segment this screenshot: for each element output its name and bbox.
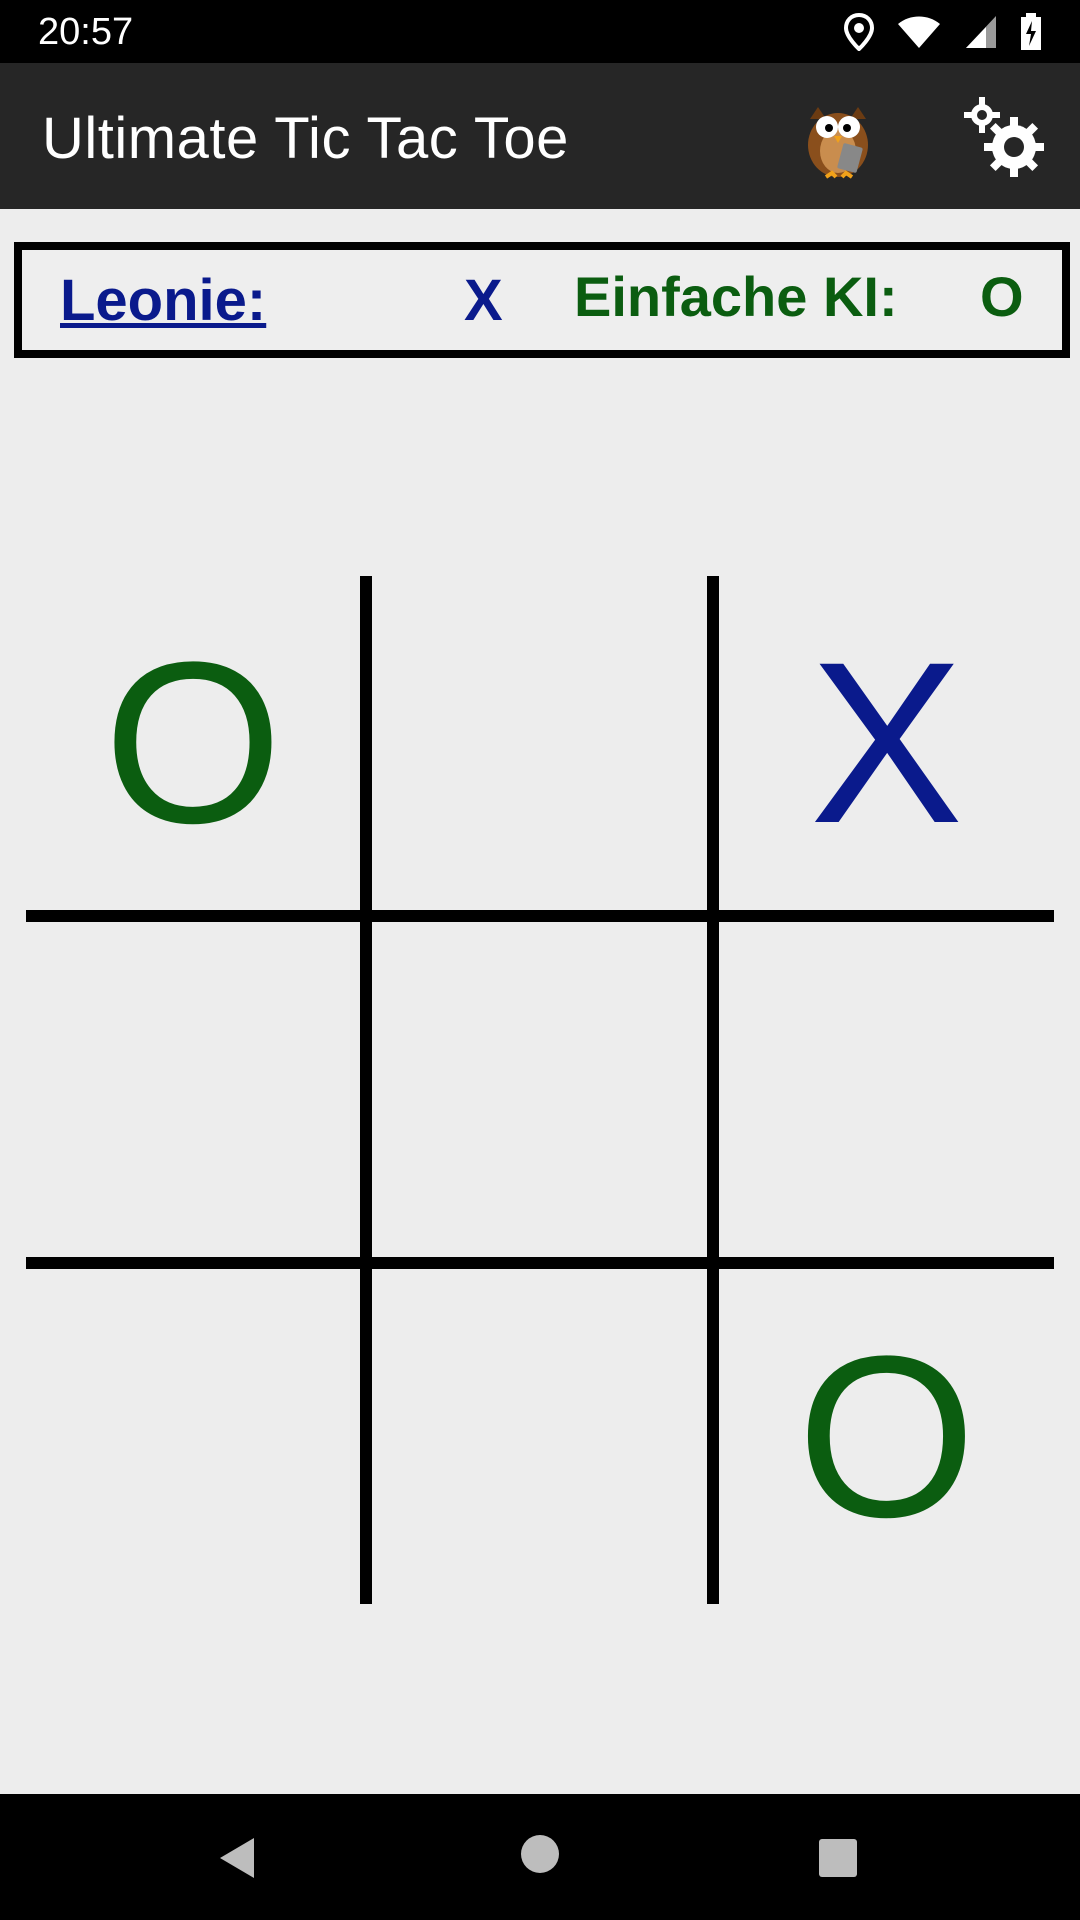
wifi-icon (898, 16, 940, 48)
owl-icon (808, 107, 868, 179)
status-bar: 20:57 (0, 0, 1080, 63)
grid-line-h1 (26, 910, 1054, 922)
location-icon (844, 13, 874, 51)
nav-bar (0, 1794, 1080, 1920)
board-cell-4[interactable] (26, 922, 360, 1257)
home-button[interactable] (520, 1834, 560, 1874)
recents-button[interactable] (818, 1838, 858, 1878)
board-cell-7[interactable] (26, 1269, 360, 1604)
app-title: Ultimate Tic Tac Toe (42, 106, 569, 171)
owl-button[interactable] (796, 93, 886, 183)
battery-charging-icon (1021, 13, 1041, 50)
board-cell-3[interactable]: X (719, 576, 1054, 910)
board-cell-1[interactable]: O (26, 576, 360, 910)
player1-symbol: X (464, 268, 503, 333)
board-cell-6[interactable] (719, 922, 1054, 1257)
game-board: O X O (26, 576, 1054, 1604)
player1-name[interactable]: Leonie: (60, 268, 266, 334)
board-cell-8[interactable] (372, 1269, 707, 1604)
settings-button[interactable] (958, 93, 1048, 183)
status-icons (844, 10, 1042, 54)
grid-line-v2 (707, 576, 719, 1604)
board-cell-9[interactable]: O (719, 1269, 1054, 1604)
signal-icon (966, 16, 996, 48)
player2-symbol: O (980, 265, 1024, 328)
app-bar: Ultimate Tic Tac Toe (0, 63, 1080, 209)
board-cell-2[interactable] (372, 576, 707, 910)
recents-icon (819, 1839, 857, 1877)
back-button[interactable] (214, 1834, 262, 1882)
status-time: 20:57 (38, 11, 134, 53)
grid-line-v1 (360, 576, 372, 1604)
home-icon (521, 1835, 559, 1873)
grid-line-h2 (26, 1257, 1054, 1269)
settings-gear-icon (964, 97, 1044, 177)
scoreboard: Leonie: X Einfache KI: O (14, 242, 1070, 358)
board-cell-5[interactable] (372, 922, 707, 1257)
player2-name: Einfache KI: (574, 265, 898, 328)
back-icon (220, 1838, 254, 1878)
